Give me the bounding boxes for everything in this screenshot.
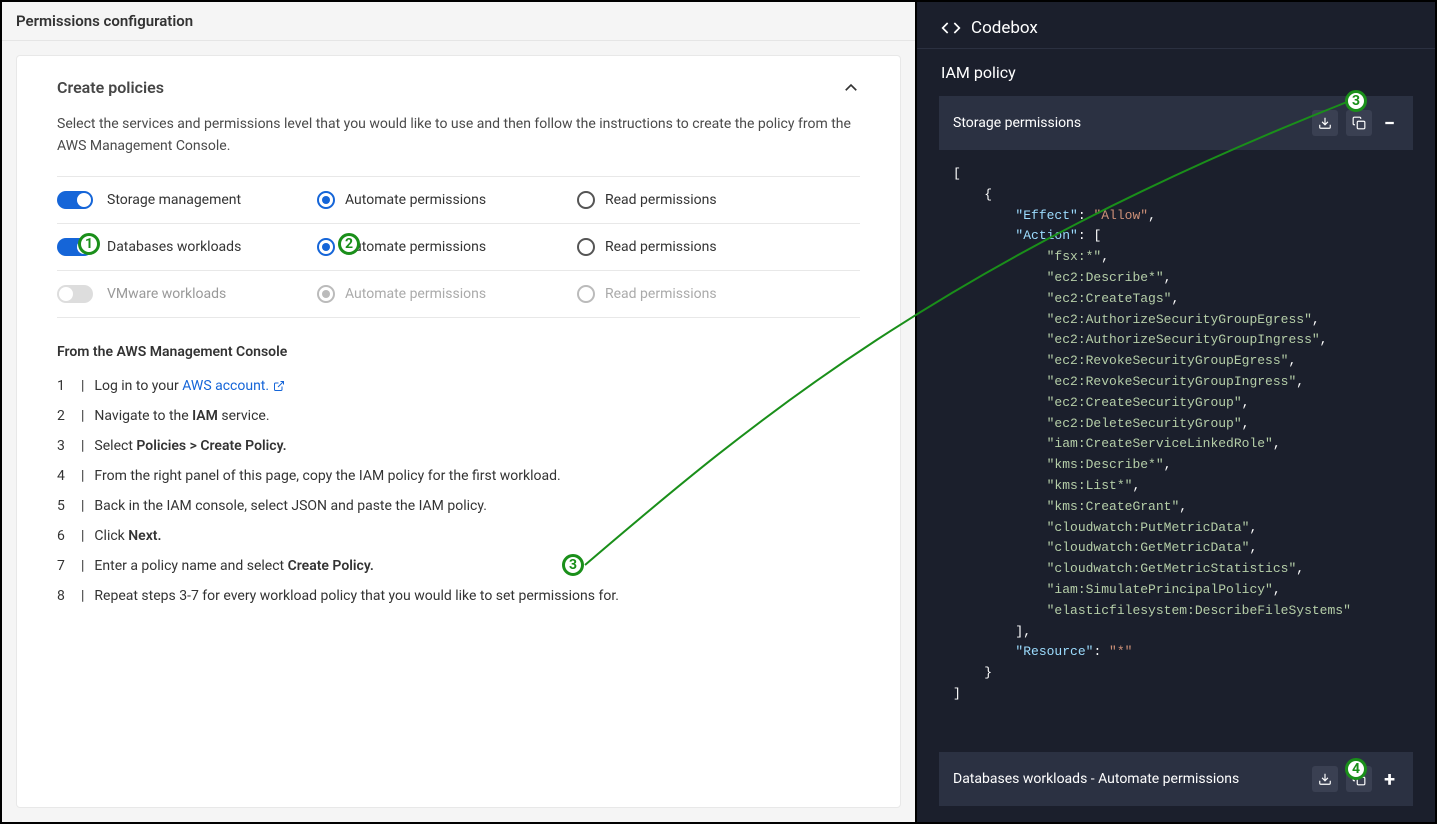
radio-read[interactable] — [577, 238, 595, 256]
codebox-panel: Codebox IAM policy Storage permissions −… — [915, 2, 1435, 822]
copy-button[interactable] — [1346, 110, 1372, 136]
code-block-title: Storage permissions — [953, 115, 1081, 131]
instruction-step-5: 5| Back in the IAM console, select JSON … — [57, 498, 860, 514]
instruction-step-1: 1| Log in to your AWS account. — [57, 378, 860, 394]
expand-button[interactable]: + — [1380, 767, 1399, 791]
instruction-step-8: 8| Repeat steps 3-7 for every workload p… — [57, 588, 860, 604]
instruction-step-7: 7| Enter a policy name and select Create… — [57, 558, 860, 574]
create-policies-title: Create policies — [57, 78, 164, 97]
service-name: Databases workloads — [107, 239, 317, 255]
aws-account-link[interactable]: AWS account. — [182, 378, 285, 394]
service-row-vmware: VMware workloads Automate permissions Re… — [57, 270, 860, 318]
service-name: VMware workloads — [107, 286, 317, 302]
radio-read — [577, 285, 595, 303]
collapse-button[interactable]: − — [1380, 111, 1399, 135]
radio-automate-label: Automate permissions — [345, 286, 486, 302]
instructions: From the AWS Management Console 1| Log i… — [17, 318, 900, 658]
code-area[interactable]: [ { "Effect": "Allow", "Action": [ "fsx:… — [939, 150, 1421, 734]
instruction-step-6: 6| Click Next. — [57, 528, 860, 544]
download-button[interactable] — [1312, 110, 1338, 136]
download-button[interactable] — [1312, 766, 1338, 792]
radio-read-label: Read permissions — [605, 239, 717, 255]
create-policies-description: Select the services and permissions leve… — [17, 97, 900, 176]
service-rows: Storage management Automate permissions … — [17, 176, 900, 318]
external-link-icon — [273, 380, 285, 392]
permissions-config-panel: Permissions configuration Create policie… — [2, 2, 915, 822]
instruction-step-2: 2| Navigate to the IAM service. — [57, 408, 860, 424]
create-policies-card: Create policies Select the services and … — [16, 55, 901, 808]
toggle-databases[interactable] — [57, 238, 93, 256]
service-row-storage: Storage management Automate permissions … — [57, 176, 860, 223]
code-block-title: Databases workloads - Automate permissio… — [953, 771, 1239, 787]
instruction-step-4: 4| From the right panel of this page, co… — [57, 468, 860, 484]
radio-automate[interactable] — [317, 238, 335, 256]
storage-permissions-header: Storage permissions − — [939, 96, 1413, 150]
iam-policy-title: IAM policy — [917, 49, 1435, 96]
toggle-storage[interactable] — [57, 191, 93, 209]
service-name: Storage management — [107, 192, 317, 208]
service-row-databases: Databases workloads Automate permissions… — [57, 223, 860, 270]
radio-automate-label: Automate permissions — [345, 192, 486, 208]
radio-automate-label: Automate permissions — [345, 239, 486, 255]
copy-button[interactable] — [1346, 766, 1372, 792]
radio-automate[interactable] — [317, 191, 335, 209]
databases-workloads-header: Databases workloads - Automate permissio… — [939, 752, 1413, 806]
instructions-heading: From the AWS Management Console — [57, 344, 860, 360]
radio-read-label: Read permissions — [605, 286, 717, 302]
radio-read[interactable] — [577, 191, 595, 209]
code-icon — [941, 18, 961, 38]
codebox-title: Codebox — [971, 18, 1038, 38]
radio-automate — [317, 285, 335, 303]
radio-read-label: Read permissions — [605, 192, 717, 208]
instruction-step-3: 3| Select Policies > Create Policy. — [57, 438, 860, 454]
codebox-header: Codebox — [917, 2, 1435, 49]
toggle-vmware[interactable] — [57, 285, 93, 303]
panel-header: Permissions configuration — [2, 2, 915, 41]
chevron-up-icon[interactable] — [842, 79, 860, 97]
